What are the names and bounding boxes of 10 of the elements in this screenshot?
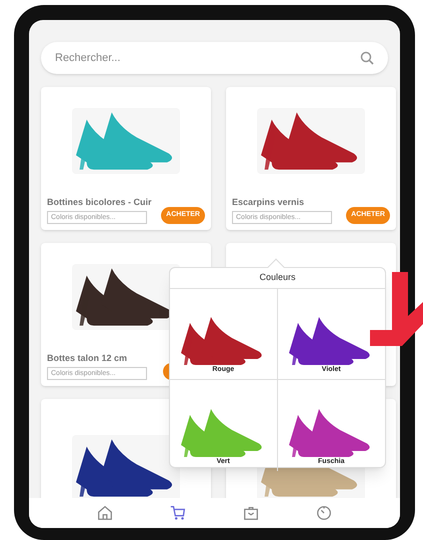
search-icon[interactable] [360,51,374,65]
home-icon [96,504,114,522]
search-field[interactable]: Rechercher... [41,42,388,74]
product-name: Bottes talon 12 cm [47,352,128,364]
product-name: Bottines bicolores - Cuir [47,196,152,208]
timer-icon [314,504,333,522]
bag-icon [242,504,260,522]
cart-icon [169,504,188,522]
popover-title: Couleurs [258,271,297,284]
product-name: Escarpins vernis [232,196,306,209]
